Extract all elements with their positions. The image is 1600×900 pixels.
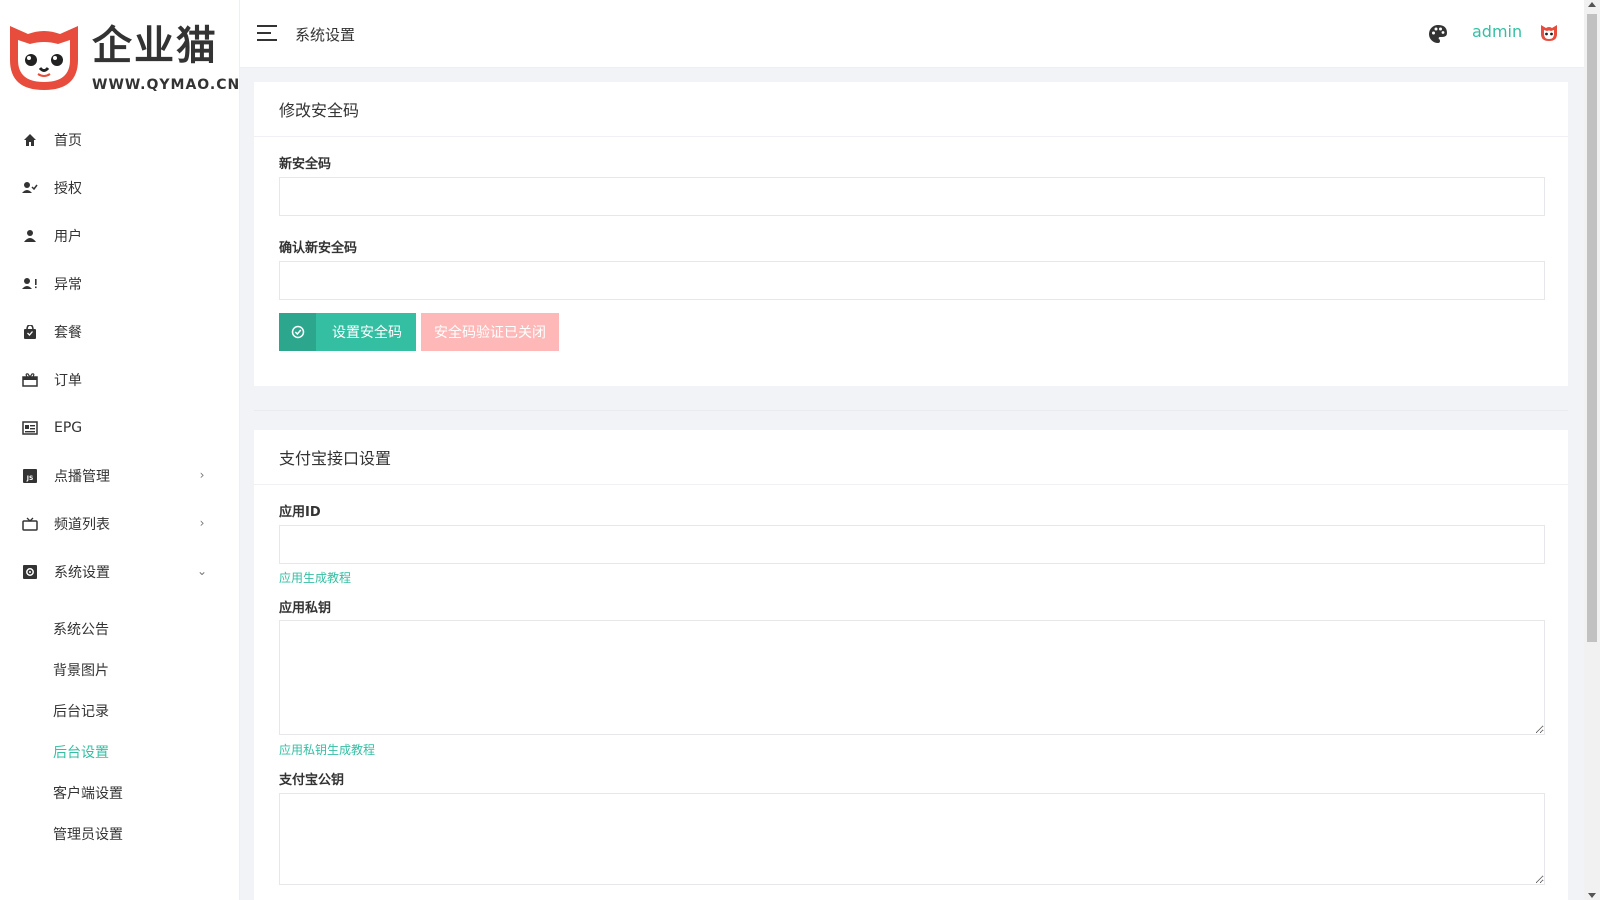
subnav-item-background[interactable]: 背景图片 [0,649,240,690]
chevron-right-icon: › [199,468,205,482]
set-security-code-label: 设置安全码 [332,325,402,341]
security-verification-status-button[interactable]: 安全码验证已关闭 [421,313,559,351]
user-name[interactable]: admin [1472,22,1522,41]
sidebar-item-abnormal[interactable]: 异常 [0,260,240,308]
brand-name: 企业猫 [92,23,218,69]
brand-logo[interactable]: 企业猫 WWW.QYMAO.CN [0,0,239,112]
sidebar-nav: 首页 授权 用户 异常 套餐 订单 EPG JS 点播管理 › 频道列表 › 系… [0,116,240,596]
sidebar-item-system-settings[interactable]: 系统设置 ⌄ [0,548,240,596]
check-circle-icon [279,313,316,351]
confirm-code-label: 确认新安全码 [279,241,358,256]
settings-icon [22,564,38,580]
sidebar-item-epg[interactable]: EPG [0,404,240,452]
brand-url: WWW.QYMAO.CN [92,77,241,93]
private-key-tutorial-link[interactable]: 应用私钥生成教程 [279,741,375,758]
sidebar-item-label: 用户 [54,229,82,245]
sidebar-subnav: 系统公告 背景图片 后台记录 后台设置 客户端设置 管理员设置 [0,600,240,854]
subnav-item-announcement[interactable]: 系统公告 [0,608,240,649]
sidebar: 企业猫 WWW.QYMAO.CN 首页 授权 用户 异常 套餐 订单 EPG J… [0,0,240,900]
chevron-right-icon: › [199,516,205,530]
app-id-tutorial-link[interactable]: 应用生成教程 [279,569,351,586]
user-check-icon [22,180,38,196]
alipay-public-key-textarea[interactable] [279,793,1545,885]
app-id-label: 应用ID [279,505,321,520]
menu-toggle-icon[interactable] [257,25,277,41]
sidebar-item-label: 频道列表 [54,517,110,533]
avatar[interactable] [1538,22,1560,44]
sidebar-item-label: 授权 [54,181,82,197]
page-title: 系统设置 [295,26,356,44]
alipay-public-key-label: 支付宝公钥 [279,773,345,788]
sidebar-item-label: 系统设置 [54,565,110,581]
list-icon [22,420,38,436]
security-code-card: 修改安全码 新安全码 确认新安全码 设置安全码 安全码验证已关闭 [254,82,1568,386]
security-card-title: 修改安全码 [254,82,1568,137]
user-icon [22,228,38,244]
private-key-textarea[interactable] [279,620,1545,735]
sidebar-item-vod[interactable]: JS 点播管理 › [0,452,240,500]
subnav-item-logs[interactable]: 后台记录 [0,690,240,731]
alipay-settings-card: 支付宝接口设置 应用ID 应用生成教程 应用私钥 应用私钥生成教程 支付宝公钥 [254,430,1568,900]
scrollbar-thumb[interactable] [1587,14,1597,642]
sidebar-item-label: 套餐 [54,325,82,341]
alipay-card-title: 支付宝接口设置 [254,430,1568,485]
subnav-item-backend-settings[interactable]: 后台设置 [0,731,240,772]
svg-text:JS: JS [26,475,34,482]
private-key-label: 应用私钥 [279,601,332,616]
new-code-input[interactable] [279,177,1545,216]
section-divider [254,410,1568,411]
user-alert-icon [22,276,38,292]
topbar: 系统设置 admin [240,0,1584,68]
home-icon [22,132,38,148]
tv-icon [22,516,38,532]
app-root: 企业猫 WWW.QYMAO.CN 首页 授权 用户 异常 套餐 订单 EPG J… [0,0,1600,900]
subnav-item-admin-settings[interactable]: 管理员设置 [0,813,240,854]
scroll-up-icon[interactable] [1588,2,1596,7]
new-code-label: 新安全码 [279,157,332,172]
scroll-down-icon[interactable] [1588,893,1596,898]
sidebar-item-label: 首页 [54,133,82,149]
sidebar-item-label: 点播管理 [54,469,110,485]
cat-logo-icon [10,26,78,90]
subnav-item-client-settings[interactable]: 客户端设置 [0,772,240,813]
confirm-code-input[interactable] [279,261,1545,300]
shopping-bag-icon [22,324,38,340]
sidebar-item-label: 订单 [54,373,82,389]
sidebar-item-channels[interactable]: 频道列表 › [0,500,240,548]
sidebar-item-users[interactable]: 用户 [0,212,240,260]
sidebar-item-orders[interactable]: 订单 [0,356,240,404]
page-scrollbar[interactable] [1584,0,1600,900]
sidebar-item-label: 异常 [54,277,82,293]
gift-icon [22,372,38,388]
main-content: 修改安全码 新安全码 确认新安全码 设置安全码 安全码验证已关闭 支付宝接口设置… [240,68,1584,900]
set-security-code-button[interactable]: 设置安全码 [279,313,416,351]
sidebar-item-home[interactable]: 首页 [0,116,240,164]
chevron-down-icon: ⌄ [196,564,208,578]
sidebar-item-label: EPG [54,420,83,436]
sidebar-item-authorization[interactable]: 授权 [0,164,240,212]
sidebar-item-packages[interactable]: 套餐 [0,308,240,356]
palette-icon[interactable] [1428,24,1448,44]
js-icon: JS [22,468,38,484]
app-id-input[interactable] [279,525,1545,564]
